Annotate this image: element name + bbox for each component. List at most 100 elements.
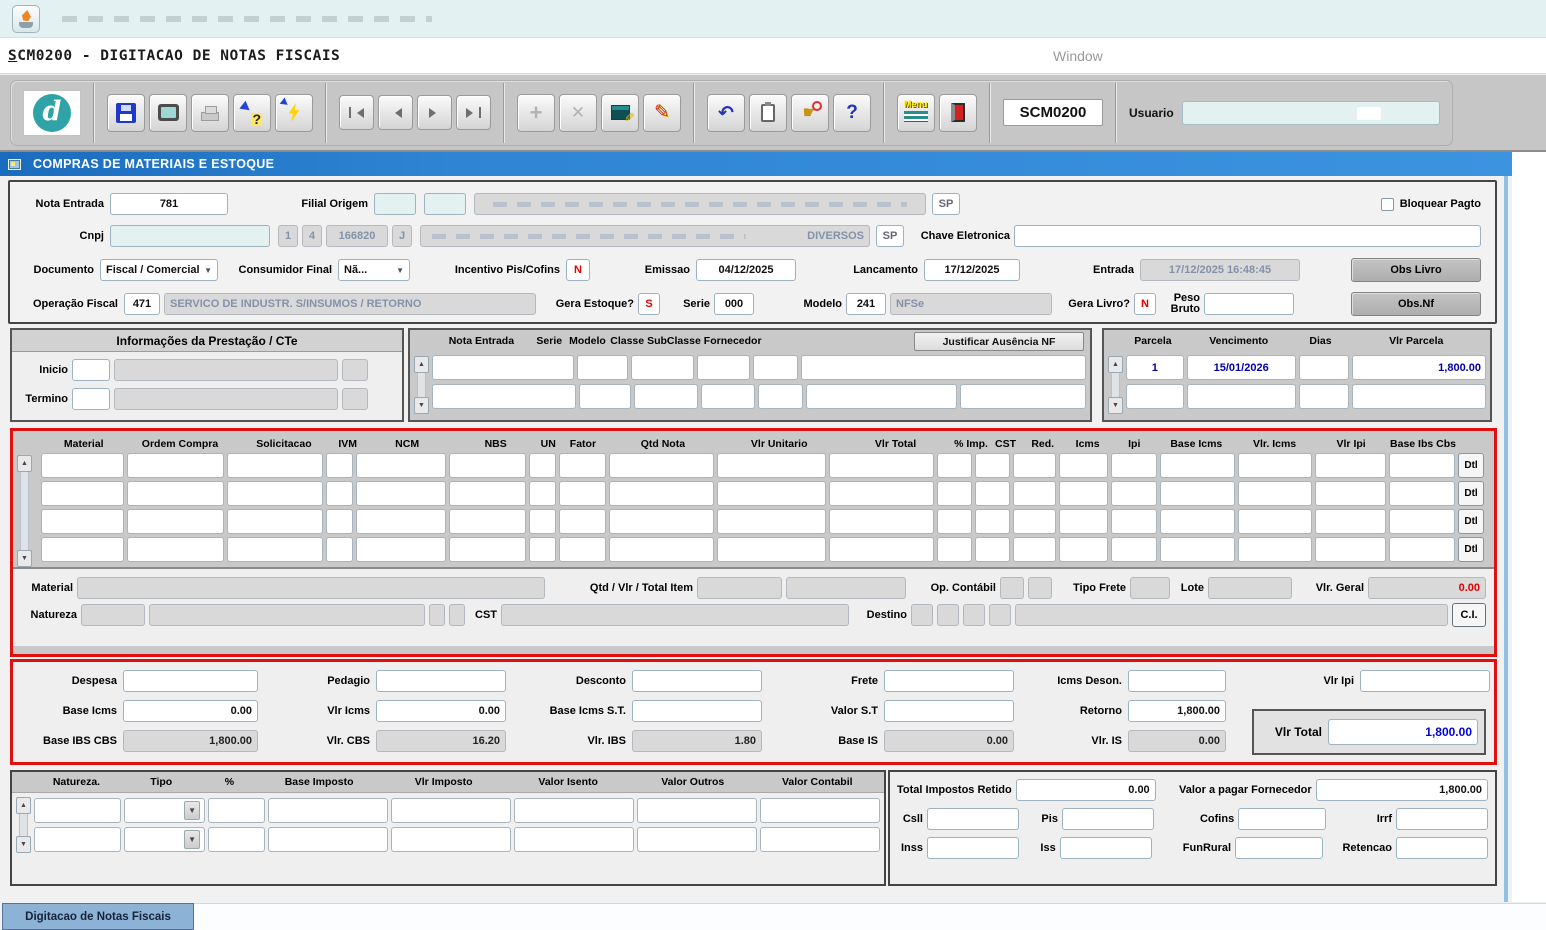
funrural-input[interactable] [1235, 837, 1323, 859]
parcela-cell[interactable] [1299, 384, 1350, 409]
item-cell[interactable] [1315, 481, 1386, 506]
chevron-down-icon[interactable]: ▼ [184, 801, 200, 820]
menu-button[interactable] [897, 94, 935, 132]
item-cell[interactable] [41, 481, 124, 506]
gera-estoque-flag[interactable]: S [638, 293, 660, 315]
scroll-down-icon[interactable]: ▼ [16, 836, 31, 853]
item-cell[interactable] [1389, 453, 1455, 478]
nav-first-button[interactable] [339, 95, 374, 130]
parcela-num[interactable]: 1 [1126, 355, 1184, 380]
tax-cell[interactable] [514, 798, 634, 823]
documento-select[interactable]: Fiscal / Comercial ▼ [100, 259, 218, 281]
nota-cell[interactable] [631, 355, 694, 380]
items-scrollbar[interactable]: ▲ ▼ [17, 455, 32, 567]
scroll-down-icon[interactable]: ▼ [414, 397, 429, 414]
delete-record-button[interactable] [559, 94, 597, 132]
item-cell[interactable] [1111, 481, 1158, 506]
item-cell[interactable] [975, 481, 1010, 506]
scroll-track[interactable] [1111, 373, 1120, 397]
item-cell[interactable] [529, 481, 557, 506]
parcela-vencimento[interactable]: 15/01/2026 [1187, 355, 1296, 380]
undo-button[interactable] [707, 94, 745, 132]
chave-eletronica-input[interactable] [1014, 225, 1481, 247]
obs-nf-button[interactable]: Obs.Nf [1351, 292, 1481, 316]
vlr-ipi-input[interactable] [1360, 670, 1490, 692]
screen-button[interactable] [149, 94, 187, 132]
operacao-fiscal-input[interactable]: 471 [124, 293, 160, 315]
save-button[interactable] [107, 94, 145, 132]
dtl-button[interactable]: Dtl [1458, 453, 1484, 478]
execute-button[interactable] [275, 94, 313, 132]
item-cell[interactable] [449, 509, 526, 534]
item-cell[interactable] [1315, 509, 1386, 534]
nota-grid-scrollbar[interactable]: ▲ ▼ [414, 356, 429, 414]
print-button[interactable] [191, 94, 229, 132]
nota-cell[interactable] [701, 384, 755, 409]
item-cell[interactable] [829, 481, 934, 506]
item-cell[interactable] [1315, 537, 1386, 562]
item-cell[interactable] [717, 509, 826, 534]
tax-cell[interactable] [34, 827, 121, 852]
item-cell[interactable] [559, 509, 606, 534]
tax-cell[interactable] [391, 798, 511, 823]
item-cell[interactable] [1238, 537, 1312, 562]
tax-cell[interactable] [268, 827, 388, 852]
dtl-button[interactable]: Dtl [1458, 509, 1484, 534]
item-cell[interactable] [326, 509, 354, 534]
item-cell[interactable] [127, 537, 223, 562]
nota-cell[interactable] [577, 355, 628, 380]
item-cell[interactable] [829, 509, 934, 534]
item-cell[interactable] [609, 453, 714, 478]
item-cell[interactable] [937, 453, 972, 478]
item-cell[interactable] [937, 537, 972, 562]
consumidor-final-select[interactable]: Nã... ▼ [338, 259, 410, 281]
incentivo-flag[interactable]: N [566, 259, 590, 281]
item-cell[interactable] [1059, 481, 1107, 506]
item-cell[interactable] [937, 481, 972, 506]
item-cell[interactable] [1389, 509, 1455, 534]
item-cell[interactable] [1160, 481, 1234, 506]
tab-digitacao-notas[interactable]: Digitacao de Notas Fiscais [2, 903, 194, 930]
scroll-down-icon[interactable]: ▼ [1108, 397, 1123, 414]
irrf-input[interactable] [1396, 808, 1488, 830]
tax-cell[interactable] [760, 827, 880, 852]
item-cell[interactable] [326, 537, 354, 562]
tax-cell[interactable] [208, 798, 265, 823]
item-cell[interactable] [529, 453, 557, 478]
item-cell[interactable] [717, 453, 826, 478]
nav-prev-button[interactable] [378, 95, 413, 130]
item-cell[interactable] [449, 481, 526, 506]
help-button[interactable] [833, 94, 871, 132]
tax-cell[interactable] [514, 827, 634, 852]
item-cell[interactable] [1059, 509, 1107, 534]
item-cell[interactable] [1238, 453, 1312, 478]
item-cell[interactable] [609, 481, 714, 506]
dtl-button[interactable]: Dtl [1458, 481, 1484, 506]
nota-cell[interactable] [806, 384, 957, 409]
despesa-input[interactable] [123, 670, 258, 692]
tax-cell[interactable] [637, 798, 757, 823]
item-cell[interactable] [529, 509, 557, 534]
usuario-input[interactable] [1182, 101, 1440, 125]
item-cell[interactable] [717, 481, 826, 506]
vlr-icms-value[interactable]: 0.00 [376, 700, 506, 722]
bloquear-pagto-checkbox[interactable] [1381, 198, 1394, 211]
nota-cell[interactable] [432, 355, 574, 380]
item-cell[interactable] [975, 537, 1010, 562]
item-cell[interactable] [975, 453, 1010, 478]
inicio-input[interactable] [72, 359, 110, 381]
item-cell[interactable] [127, 481, 223, 506]
tax-cell[interactable] [637, 827, 757, 852]
tax-cell[interactable] [268, 798, 388, 823]
scroll-up-icon[interactable]: ▲ [16, 797, 31, 814]
item-cell[interactable] [227, 481, 323, 506]
valor-st-input[interactable] [884, 700, 1014, 722]
exit-button[interactable] [939, 94, 977, 132]
dtl-button[interactable]: Dtl [1458, 537, 1484, 562]
item-cell[interactable] [1059, 453, 1107, 478]
retencao-input[interactable] [1396, 837, 1488, 859]
tax-cell[interactable] [34, 798, 121, 823]
justificar-ausencia-button[interactable]: Justificar Ausência NF [914, 332, 1084, 351]
csll-input[interactable] [927, 808, 1019, 830]
nota-cell[interactable] [432, 384, 576, 409]
